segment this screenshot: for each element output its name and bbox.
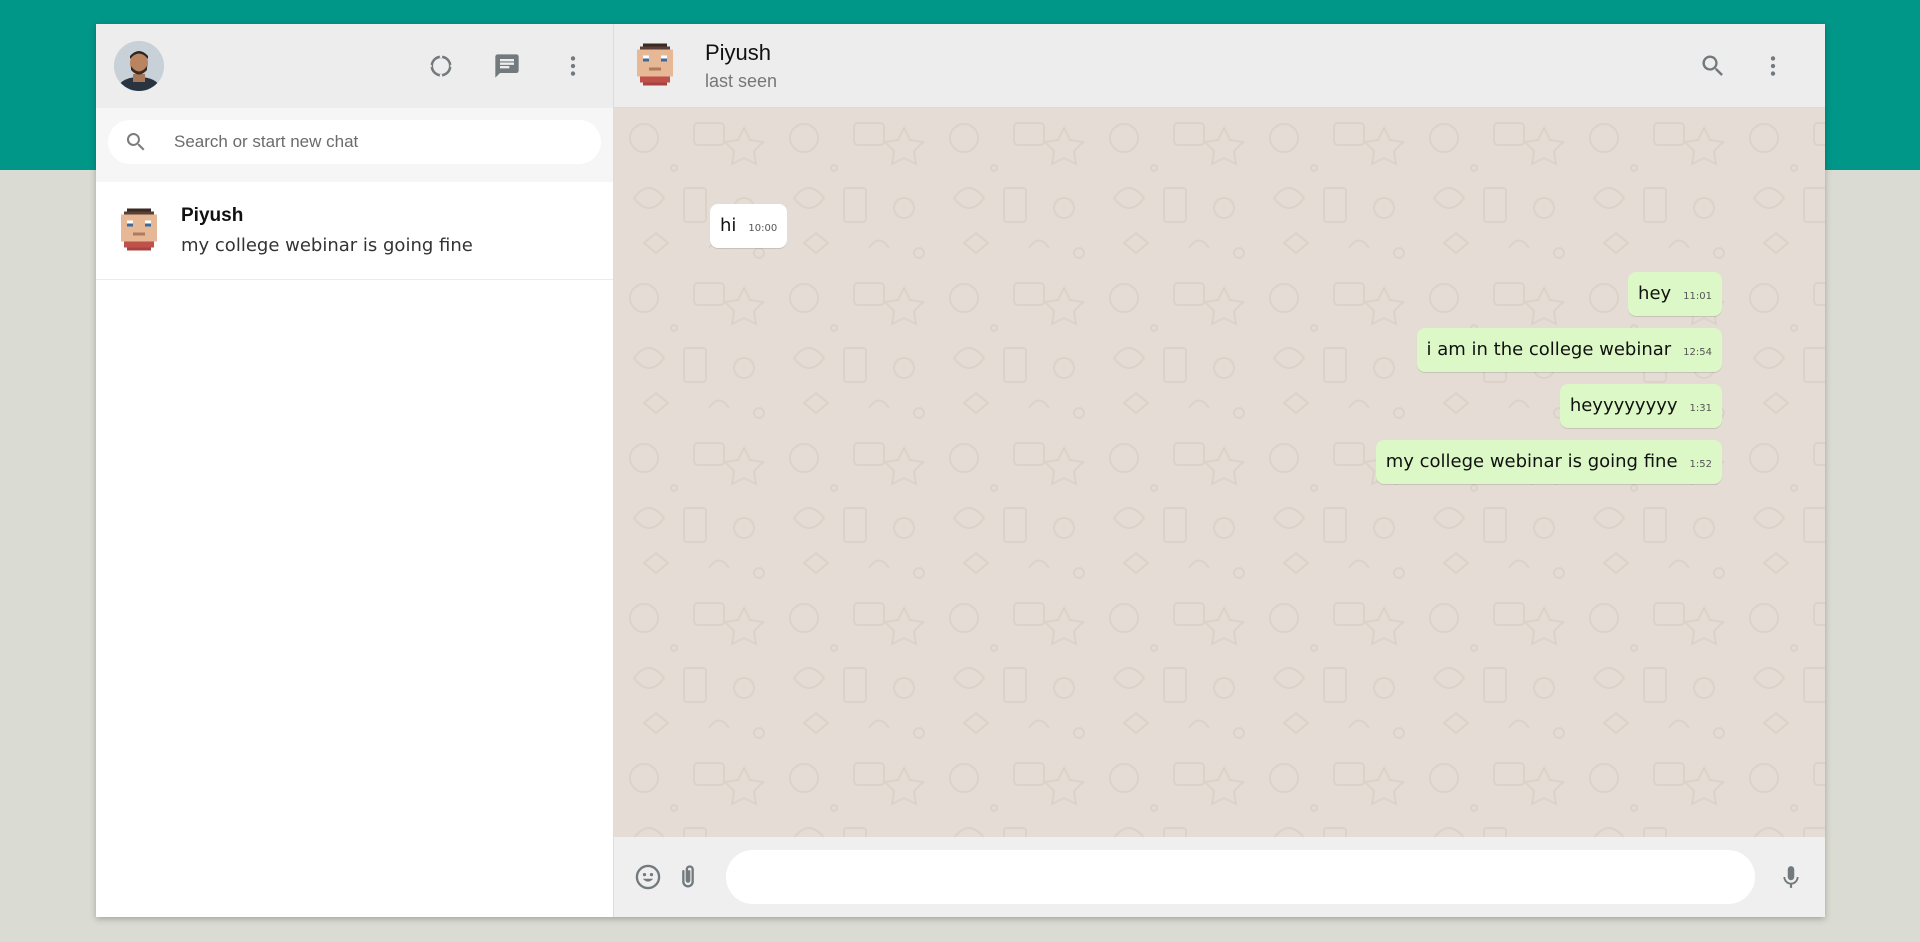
chat-list-item[interactable]: Piyush my college webinar is going fine xyxy=(96,182,613,280)
sidebar-menu-button[interactable] xyxy=(551,44,595,88)
contact-avatar[interactable] xyxy=(634,43,676,89)
message-text: hi xyxy=(720,215,737,236)
conversation-header: Piyush last seen xyxy=(614,24,1825,108)
message-area[interactable]: hi 10:00 hey 11:01 i am in the college w… xyxy=(614,108,1825,837)
attach-button[interactable] xyxy=(668,857,708,897)
menu-icon xyxy=(1770,55,1776,76)
message-text: my college webinar is going fine xyxy=(1385,451,1678,472)
emoji-button[interactable] xyxy=(628,857,668,897)
message-time: 11:01 xyxy=(1683,291,1712,302)
mic-icon xyxy=(1783,866,1799,888)
search-box[interactable] xyxy=(108,120,601,164)
message-time: 10:00 xyxy=(748,223,778,234)
attach-icon xyxy=(682,865,694,888)
message-bubble[interactable]: i am in the college webinar 12:54 xyxy=(1416,328,1722,372)
message-text: hey xyxy=(1638,283,1672,304)
search-input[interactable] xyxy=(174,132,554,152)
search-icon xyxy=(126,133,145,151)
message-bubble[interactable]: hey 11:01 xyxy=(1628,272,1722,316)
conversation-actions xyxy=(1691,44,1795,88)
message-bubble[interactable]: heyyyyyyyy 1:31 xyxy=(1559,384,1722,428)
emoji-icon xyxy=(635,864,661,890)
message-text: i am in the college webinar xyxy=(1426,339,1672,360)
message-row-incoming: hi 10:00 xyxy=(710,204,1722,248)
contact-status: last seen xyxy=(705,70,778,91)
search-bar xyxy=(96,108,613,182)
new-chat-button[interactable] xyxy=(485,44,529,88)
message-time: 1:52 xyxy=(1689,459,1712,470)
search-messages-button[interactable] xyxy=(1691,44,1735,88)
message-bubble[interactable]: my college webinar is going fine 1:52 xyxy=(1375,440,1722,484)
message-composer xyxy=(614,837,1825,917)
new-chat-icon xyxy=(495,54,519,78)
menu-icon xyxy=(570,56,576,76)
conversation-pane: Piyush last seen hi 10:00 hey 11:01 i am… xyxy=(614,24,1825,917)
sidebar-header xyxy=(96,24,613,108)
chat-list: Piyush my college webinar is going fine xyxy=(96,182,613,917)
status-button[interactable] xyxy=(419,44,463,88)
message-text: heyyyyyyyy xyxy=(1569,395,1678,416)
sidebar: Piyush my college webinar is going fine xyxy=(96,24,614,917)
message-input[interactable] xyxy=(726,850,1755,904)
message-row-outgoing: i am in the college webinar 12:54 xyxy=(710,328,1722,372)
status-icon xyxy=(427,53,455,79)
chat-last-message: my college webinar is going fine xyxy=(181,235,473,256)
contact-avatar xyxy=(121,208,157,250)
chat-info: Piyush my college webinar is going fine xyxy=(181,205,473,256)
message-time: 12:54 xyxy=(1683,347,1712,358)
sidebar-actions xyxy=(419,44,595,88)
conversation-menu-button[interactable] xyxy=(1751,44,1795,88)
message-time: 1:31 xyxy=(1689,403,1712,414)
chat-name: Piyush xyxy=(181,205,244,226)
message-bubble[interactable]: hi 10:00 xyxy=(710,204,788,248)
my-avatar[interactable] xyxy=(114,41,164,91)
search-icon xyxy=(1702,55,1723,76)
app-window: Piyush my college webinar is going fine xyxy=(96,24,1825,917)
contact-name: Piyush xyxy=(705,39,772,65)
mic-button[interactable] xyxy=(1771,857,1811,897)
message-row-outgoing: hey 11:01 xyxy=(710,272,1722,316)
contact-info[interactable]: Piyush last seen xyxy=(705,40,777,92)
message-row-outgoing: my college webinar is going fine 1:52 xyxy=(710,440,1722,484)
message-row-outgoing: heyyyyyyyy 1:31 xyxy=(710,384,1722,428)
